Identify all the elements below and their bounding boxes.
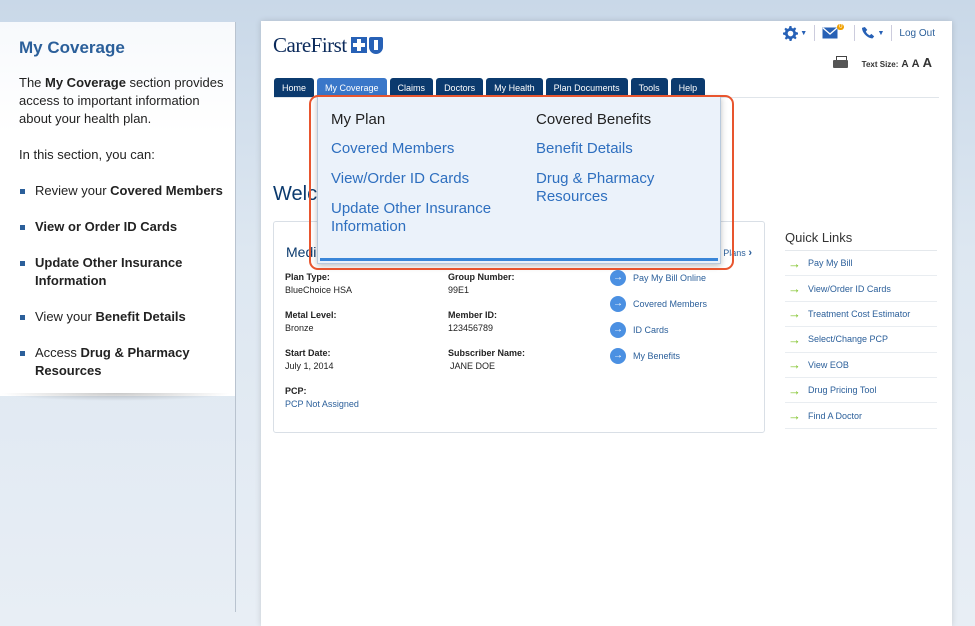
tutorial-item: Update Other Insurance Information (19, 254, 229, 290)
quick-link-find-doctor[interactable]: → Find A Doctor (785, 403, 937, 429)
quick-links-title: Quick Links (785, 230, 937, 251)
welcome-heading: Welc (273, 183, 318, 205)
logout-link[interactable]: Log Out (892, 28, 935, 39)
tab-claims[interactable]: Claims (389, 78, 434, 97)
subscriber-name-field: Subscriber Name: JANE DOE (448, 348, 526, 371)
quick-link-view-eob[interactable]: → View EOB (785, 353, 937, 378)
other-plans-link[interactable]: Plans › (723, 247, 752, 259)
dropdown-heading: My Plan (331, 111, 386, 128)
tab-home[interactable]: Home (274, 78, 315, 97)
arrow-right-icon: → (610, 270, 626, 286)
plan-actions: → Pay My Bill Online → Covered Members → ID… (610, 270, 707, 374)
tutorial-item: Review your Covered Members (19, 182, 229, 200)
chevron-down-icon: ▼ (800, 29, 808, 37)
chevron-right-icon: › (748, 247, 752, 259)
metal-level-field: Metal Level: Bronze (285, 310, 337, 333)
tutorial-lead: In this section, you can: (19, 147, 155, 162)
pcp-link[interactable]: PCP Not Assigned (285, 399, 359, 409)
drug-pharmacy-resources-menu-item[interactable]: Drug & Pharmacy Resources (536, 170, 726, 206)
chevron-down-icon: ▼ (877, 29, 885, 37)
member-id-field: Member ID: 123456789 (448, 310, 498, 333)
plan-type-field: Plan Type: BlueChoice HSA (285, 272, 353, 295)
tab-doctors[interactable]: Doctors (436, 78, 484, 97)
tab-plan-documents[interactable]: Plan Documents (545, 78, 628, 97)
quick-link-id-cards[interactable]: → View/Order ID Cards (785, 276, 937, 302)
text-size-medium[interactable]: A (912, 58, 920, 70)
dropdown-heading: Covered Benefits (536, 111, 652, 128)
gear-icon (783, 25, 799, 41)
pay-bill-online-link[interactable]: → Pay My Bill Online (610, 270, 707, 286)
arrow-right-icon: → (788, 255, 801, 271)
arrow-right-icon: → (610, 348, 626, 364)
contact-menu[interactable]: ▼ (855, 25, 893, 41)
tutorial-list: Review your Covered Members View or Orde… (19, 182, 236, 380)
update-other-insurance-menu-item[interactable]: Update Other Insurance Information (331, 200, 521, 236)
messages-button[interactable]: 0 (815, 24, 856, 41)
group-number-field: Group Number: 99E1 (448, 272, 515, 295)
my-benefits-link[interactable]: → My Benefits (610, 348, 707, 364)
quick-link-change-pcp[interactable]: → Select/Change PCP (785, 327, 937, 353)
arrow-right-icon: → (788, 382, 801, 398)
tutorial-intro: The My Coverage section provides access … (19, 75, 224, 126)
utility-bar: ▼ 0 ▼ Log Out (776, 24, 935, 41)
tutorial-panel: My Coverage The My Coverage section prov… (0, 22, 236, 396)
carefirst-logo[interactable]: CareFirst (273, 33, 383, 58)
printer-icon[interactable] (832, 55, 848, 70)
card-title: Medi (286, 244, 317, 260)
main-nav: Home My Coverage Claims Doctors My Healt… (274, 78, 706, 97)
tutorial-item: View your Benefit Details (19, 308, 229, 326)
id-cards-link[interactable]: → ID Cards (610, 322, 707, 338)
text-size-control: Text Size: A A A (861, 55, 932, 70)
tab-help[interactable]: Help (670, 78, 706, 97)
benefit-details-menu-item[interactable]: Benefit Details (536, 140, 726, 158)
arrow-right-icon: → (610, 322, 626, 338)
arrow-right-icon: → (788, 357, 801, 373)
covered-members-menu-item[interactable]: Covered Members (331, 140, 521, 158)
my-coverage-dropdown: My Plan Covered Members View/Order ID Ca… (317, 96, 721, 264)
arrow-right-icon: → (788, 306, 801, 322)
tutorial-item: Access Drug & Pharmacy Resources (19, 344, 229, 380)
arrow-right-icon: → (788, 281, 801, 297)
view-order-id-cards-menu-item[interactable]: View/Order ID Cards (331, 170, 521, 188)
arrow-right-icon: → (788, 331, 801, 347)
tab-my-coverage[interactable]: My Coverage (317, 78, 387, 97)
tutorial-title: My Coverage (19, 38, 125, 57)
quick-link-cost-estimator[interactable]: → Treatment Cost Estimator (785, 302, 937, 328)
dropdown-column-my-plan: My Plan Covered Members View/Order ID Ca… (331, 111, 521, 248)
blue-cross-blue-shield-icon (350, 37, 383, 54)
tab-my-health[interactable]: My Health (486, 78, 543, 97)
arrow-right-icon: → (788, 408, 801, 424)
dropdown-column-covered-benefits: Covered Benefits Benefit Details Drug & … (536, 111, 726, 218)
arrow-right-icon: → (610, 296, 626, 312)
pcp-field: PCP: PCP Not Assigned (285, 386, 359, 409)
quick-link-drug-pricing[interactable]: → Drug Pricing Tool (785, 378, 937, 404)
phone-icon (862, 26, 875, 38)
message-count-badge: 0 (837, 24, 845, 30)
start-date-field: Start Date: July 1, 2014 (285, 348, 334, 371)
panel-divider (235, 22, 236, 612)
quick-link-pay-my-bill[interactable]: → Pay My Bill (785, 251, 937, 277)
quick-links: Quick Links → Pay My Bill → View/Order ID … (785, 230, 937, 429)
text-size-small[interactable]: A (901, 59, 908, 70)
settings-menu[interactable]: ▼ (776, 25, 816, 41)
mail-icon (822, 27, 838, 39)
tab-tools[interactable]: Tools (630, 78, 668, 97)
page-tools: Text Size: A A A (832, 55, 932, 70)
panel-shadow (0, 393, 232, 401)
tutorial-item: View or Order ID Cards (19, 218, 229, 236)
text-size-large[interactable]: A (923, 55, 932, 70)
covered-members-link[interactable]: → Covered Members (610, 296, 707, 312)
